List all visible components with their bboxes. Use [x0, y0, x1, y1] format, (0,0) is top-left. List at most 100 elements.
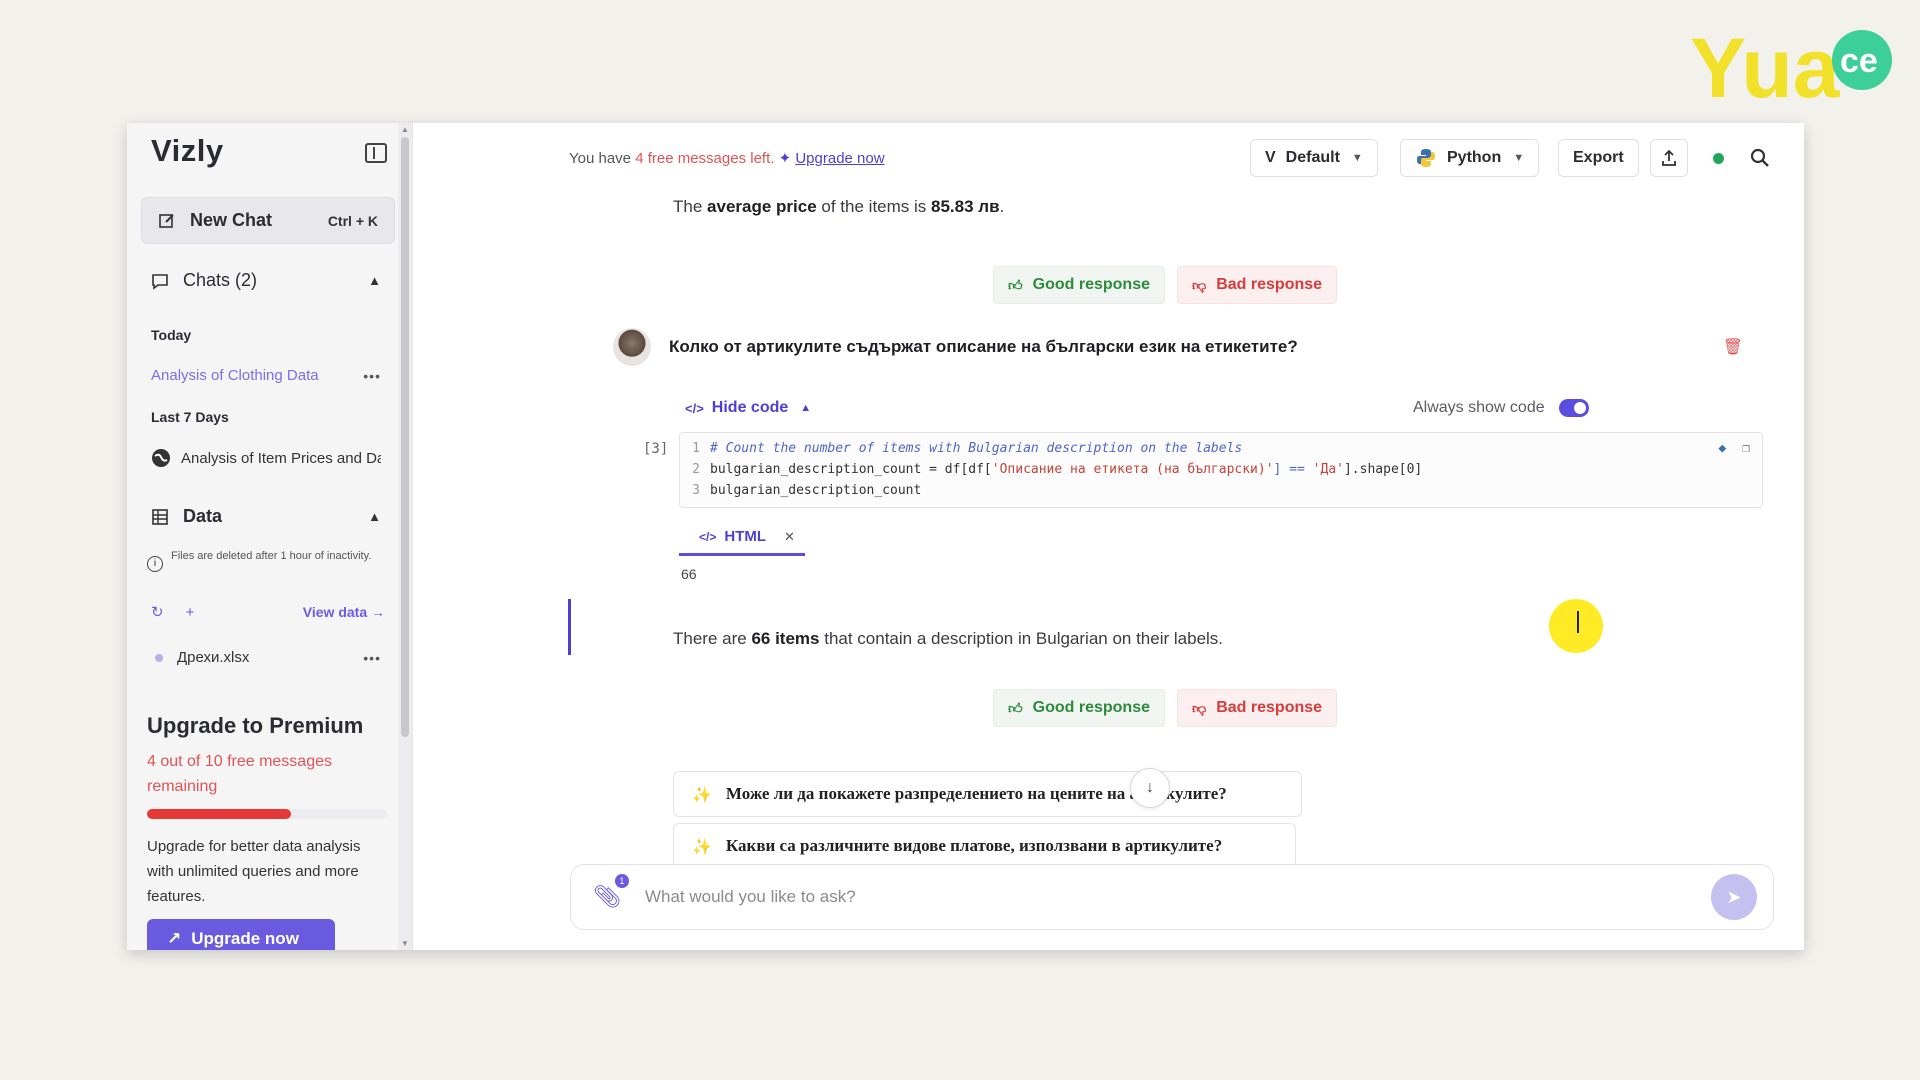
good-response-label: Good response [1032, 276, 1150, 293]
magic-wand-icon: ✨ [692, 836, 712, 856]
premium-description: Upgrade for better data analysis with un… [147, 838, 361, 905]
add-file-icon[interactable]: + [186, 604, 195, 621]
scroll-to-bottom-button[interactable]: ↓ [1130, 768, 1170, 808]
free-messages-notice: You have 4 free messages left. ✦ Upgrade… [569, 149, 885, 167]
chevron-up-icon: ▲ [800, 402, 812, 414]
file-dot [155, 653, 163, 662]
data-title: Data [183, 506, 223, 526]
new-chat-button[interactable]: New Chat Ctrl + K [141, 197, 395, 244]
upgrade-now-button[interactable]: ↗ Upgrade now [147, 919, 335, 950]
group-label-today: Today [151, 327, 192, 343]
sidebar-collapse-icon[interactable] [365, 143, 387, 163]
file-item[interactable]: Дрехи.xlsx ••• [151, 649, 381, 666]
good-response-button[interactable]: 👍︎ Good response [993, 689, 1165, 727]
sidebar-scrollbar[interactable]: ▲ ▼ [398, 123, 412, 950]
v-model-icon: V [1265, 149, 1276, 166]
notice-count: 4 free messages left. [635, 150, 775, 167]
feedback-row: 👍︎ Good response 👎︎ Bad response [993, 266, 1338, 304]
cursor-highlight [1549, 599, 1603, 653]
thumbs-up-icon: 👍︎ [1008, 699, 1023, 716]
hide-code-label: Hide code [711, 399, 789, 416]
answer-text: that contain a description in Bulgarian … [824, 629, 1224, 648]
upgrade-now-label: Upgrade now [191, 929, 299, 948]
chevron-down-icon: ▼ [1351, 152, 1363, 164]
chats-section-header[interactable]: Chats (2) ▲ [151, 270, 381, 291]
message-input[interactable] [644, 887, 1711, 907]
new-chat-shortcut: Ctrl + K [327, 212, 378, 229]
more-options-icon[interactable]: ••• [363, 368, 381, 384]
chevron-up-icon[interactable]: ▲ [368, 509, 381, 524]
always-show-code-label: Always show code [1413, 399, 1545, 416]
share-button[interactable] [1650, 139, 1688, 177]
code-text: bulgarian_description_count = df[df[ [710, 462, 992, 477]
python-run-icon[interactable]: ◆ [1718, 441, 1726, 456]
usage-progress-fill [147, 809, 291, 819]
view-data-label: View data [302, 604, 368, 620]
output-tab-html[interactable]: </> HTML ✕ [679, 520, 805, 556]
avatar [613, 328, 651, 366]
code-icon: </> [685, 400, 704, 416]
cell-index: [3] [643, 441, 669, 457]
scrollbar-thumb[interactable] [401, 137, 409, 737]
suggestion-chip[interactable]: ✨ Може ли да покажете разпределението на… [673, 771, 1302, 817]
trash-icon[interactable]: 🗑︎ [1723, 337, 1743, 357]
new-chat-label: New Chat [190, 210, 273, 230]
bad-response-button[interactable]: 👎︎ Bad response [1177, 266, 1338, 304]
text-cursor-icon [1577, 611, 1579, 633]
upgrade-link[interactable]: Upgrade now [795, 150, 884, 167]
refresh-icon[interactable]: ↻ [151, 603, 164, 621]
code-tools: ◆ ❐ [1718, 441, 1750, 456]
table-icon [152, 508, 168, 525]
bad-response-button[interactable]: 👎︎ Bad response [1177, 689, 1338, 727]
more-options-icon[interactable]: ••• [363, 650, 381, 666]
attach-button[interactable]: 📎︎ 1 [593, 874, 629, 910]
main-panel: You have 4 free messages left. ✦ Upgrade… [413, 123, 1804, 950]
send-icon: ➤ [1726, 886, 1742, 907]
send-button[interactable]: ➤ [1711, 874, 1757, 920]
code-line: 3 bulgarian_description_count [680, 483, 1762, 504]
always-show-code-toggle[interactable] [1558, 399, 1589, 417]
data-section-header[interactable]: Data ▲ [151, 506, 381, 527]
answer-text: The [673, 197, 703, 216]
good-response-button[interactable]: 👍︎ Good response [993, 266, 1165, 304]
files-note-text: Files are deleted after 1 hour of inacti… [171, 550, 372, 562]
output-tab-label: HTML [724, 528, 767, 545]
answer-text: There are [673, 629, 747, 648]
globe-icon [152, 449, 170, 467]
chevron-up-icon[interactable]: ▲ [368, 273, 381, 288]
chat-item-title: Analysis of Item Prices and Data [181, 449, 381, 467]
python-icon [1417, 149, 1435, 167]
search-icon[interactable] [1749, 147, 1771, 169]
scroll-up-icon[interactable]: ▲ [401, 125, 409, 134]
info-icon: i [147, 556, 163, 572]
model-select[interactable]: V Default ▼ [1250, 139, 1378, 177]
bad-response-label: Bad response [1216, 276, 1323, 293]
line-number: 1 [692, 441, 700, 456]
good-response-label: Good response [1032, 699, 1150, 716]
line-number: 2 [692, 462, 700, 477]
code-text: ] == [1273, 462, 1313, 477]
line-number: 3 [692, 483, 700, 498]
premium-title: Upgrade to Premium [147, 713, 364, 738]
connection-status-dot [1713, 153, 1724, 164]
magic-wand-icon: ✨ [692, 784, 712, 804]
chat-item[interactable]: Analysis of Item Prices and Data [151, 448, 381, 468]
code-cell[interactable]: 1 # Count the number of items with Bulgar… [679, 432, 1763, 508]
code-comment: # Count the number of items with Bulgari… [710, 441, 1243, 456]
suggestion-chip[interactable]: ✨ Какви са различните видове платове, из… [673, 823, 1296, 869]
model-label: Default [1285, 149, 1340, 166]
export-button[interactable]: Export [1558, 139, 1639, 177]
code-text: bulgarian_description_count [710, 483, 922, 498]
view-data-link[interactable]: View data → [303, 604, 385, 620]
code-string: 'Описание на етикета (на български)' [991, 462, 1274, 477]
language-select[interactable]: Python ▼ [1400, 139, 1540, 177]
chat-item[interactable]: Analysis of Clothing Data ••• [151, 367, 381, 384]
files-note: i Files are deleted after 1 hour of inac… [147, 548, 377, 572]
hide-code-toggle[interactable]: </> Hide code ▲ [685, 399, 811, 417]
scroll-down-icon[interactable]: ▼ [401, 939, 409, 948]
close-icon[interactable]: ✕ [784, 529, 795, 545]
user-question: Колко от артикулите съдържат описание на… [613, 328, 1743, 366]
copy-icon[interactable]: ❐ [1742, 441, 1750, 456]
svg-text:Yua: Yua [1690, 22, 1841, 112]
message-composer: 📎︎ 1 ➤ [570, 864, 1774, 930]
